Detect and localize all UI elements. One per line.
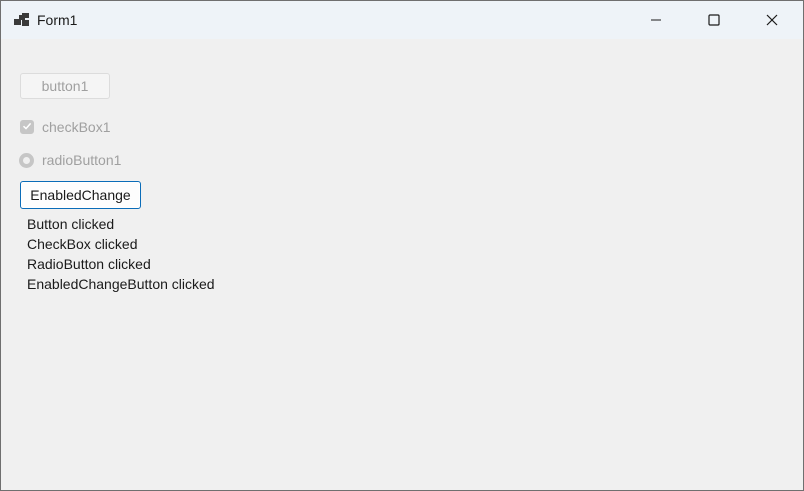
log-line: EnabledChangeButton clicked xyxy=(27,276,215,292)
log-line: Button clicked xyxy=(27,216,115,232)
title-bar[interactable]: Form1 xyxy=(1,1,803,39)
maximize-button[interactable] xyxy=(685,1,743,39)
checkbox1[interactable]: checkBox1 xyxy=(20,118,110,136)
event-log: Button clicked CheckBox clicked RadioBut… xyxy=(27,214,215,294)
log-line: RadioButton clicked xyxy=(27,256,151,272)
checkmark-icon xyxy=(22,118,32,136)
log-line: CheckBox clicked xyxy=(27,236,138,252)
minimize-icon xyxy=(650,14,662,26)
minimize-button[interactable] xyxy=(627,1,685,39)
radiobutton1-circle[interactable] xyxy=(19,152,34,168)
maximize-icon xyxy=(708,14,720,26)
close-button[interactable] xyxy=(743,1,801,39)
button1[interactable]: button1 xyxy=(20,73,110,99)
window-title: Form1 xyxy=(37,12,78,28)
close-icon xyxy=(766,14,778,26)
radiobutton1-label: radioButton1 xyxy=(42,152,122,168)
checkbox1-label: checkBox1 xyxy=(42,119,111,135)
form-client-area: button1 checkBox1 radioButton1 EnabledCh… xyxy=(1,39,803,490)
radio-selected-dot-icon xyxy=(23,156,30,164)
checkbox1-box[interactable] xyxy=(20,120,34,134)
form-app-icon xyxy=(14,13,30,27)
enabled-change-button[interactable]: EnabledChange xyxy=(20,181,141,209)
radiobutton1[interactable]: radioButton1 xyxy=(19,151,121,169)
form1-window: Form1 button1 checkBox1 radioButton1 Ena… xyxy=(0,0,804,491)
